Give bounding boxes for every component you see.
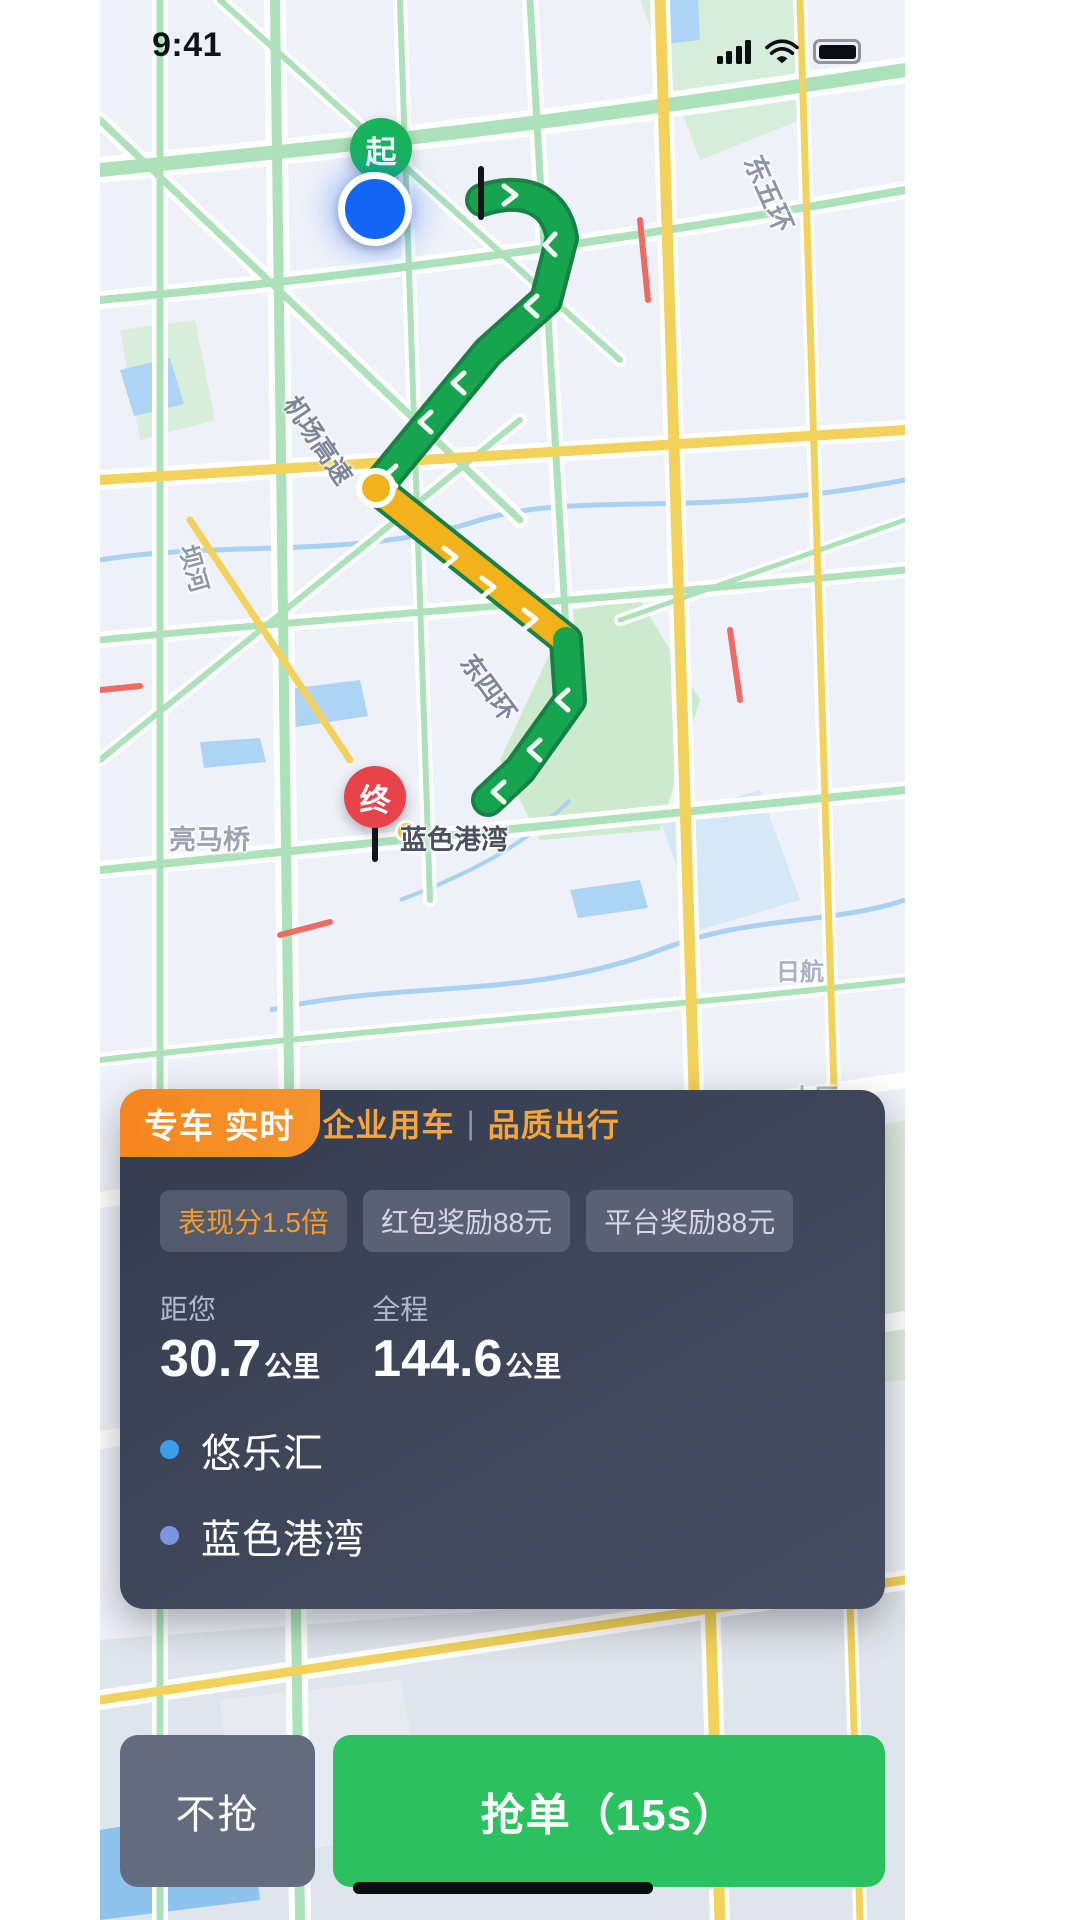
tab-separator: | [466,1105,475,1142]
dropoff-address-label: 蓝色港湾 [201,1507,365,1565]
distance-total-label: 全程 [372,1288,561,1328]
distance-summary: 距您 30.7公里 全程 144.6公里 [120,1252,885,1387]
wifi-icon [765,39,799,64]
distance-to-you: 距您 30.7公里 [160,1288,320,1387]
badge-performance-multiplier[interactable]: 表现分1.5倍 [160,1190,347,1252]
order-card-tabs: 专车 实时 企业用车 | 品质出行 [120,1089,646,1157]
badge-platform-reward[interactable]: 平台奖励88元 [586,1190,793,1252]
pickup-dot-icon [160,1440,179,1459]
status-bar-clock: 9:41 [152,26,222,65]
map-canvas[interactable]: 机场高速 东四环 亮马桥 奥海城 奥海城三期 东五环 坝河 民辉大厦 新兆龙广场… [100,0,905,1920]
skip-order-button[interactable]: 不抢 [120,1735,315,1887]
user-location-dot[interactable] [338,172,412,246]
address-list: 悠乐汇 蓝色港湾 [120,1387,885,1609]
distance-to-you-label: 距您 [160,1288,320,1328]
action-bar: 不抢 抢单（15s） [120,1735,885,1887]
start-marker[interactable]: 起 [350,118,412,180]
tab-quality-label: 品质出行 [488,1100,620,1146]
end-marker[interactable]: 终 [344,766,406,828]
dropoff-dot-icon [160,1526,179,1545]
status-bar-icons [717,30,862,64]
tab-enterprise-label: 企业用车 [322,1100,454,1146]
phone-screen: 机场高速 东四环 亮马桥 奥海城 奥海城三期 东五环 坝河 民辉大厦 新兆龙广场… [100,0,905,1920]
tab-enterprise-quality[interactable]: 企业用车 | 品质出行 [302,1089,645,1157]
status-bar: 9:41 [100,0,905,92]
distance-to-you-unit: 公里 [264,1351,320,1382]
tab-premium-realtime[interactable]: 专车 实时 [120,1089,320,1157]
map-vector [100,0,905,1920]
distance-to-you-value: 30.7公里 [160,1332,320,1387]
start-pin-stem [478,166,484,220]
distance-total-value: 144.6公里 [372,1332,561,1387]
distance-total: 全程 144.6公里 [372,1288,561,1387]
signal-bars-icon [717,40,752,64]
grab-order-button[interactable]: 抢单（15s） [333,1735,885,1887]
order-card: 专车 实时 企业用车 | 品质出行 表现分1.5倍 红包奖励88元 平台奖励88… [120,1090,885,1609]
destination-dot [395,820,418,843]
list-item-pickup[interactable]: 悠乐汇 [160,1421,885,1479]
distance-total-number: 144.6 [372,1330,502,1388]
list-item-dropoff[interactable]: 蓝色港湾 [160,1507,885,1565]
distance-total-unit: 公里 [505,1351,561,1382]
distance-to-you-number: 30.7 [160,1330,261,1388]
badge-red-packet-reward[interactable]: 红包奖励88元 [363,1190,570,1252]
battery-icon [813,39,861,64]
pickup-address-label: 悠乐汇 [201,1421,324,1479]
home-indicator[interactable] [353,1882,653,1894]
